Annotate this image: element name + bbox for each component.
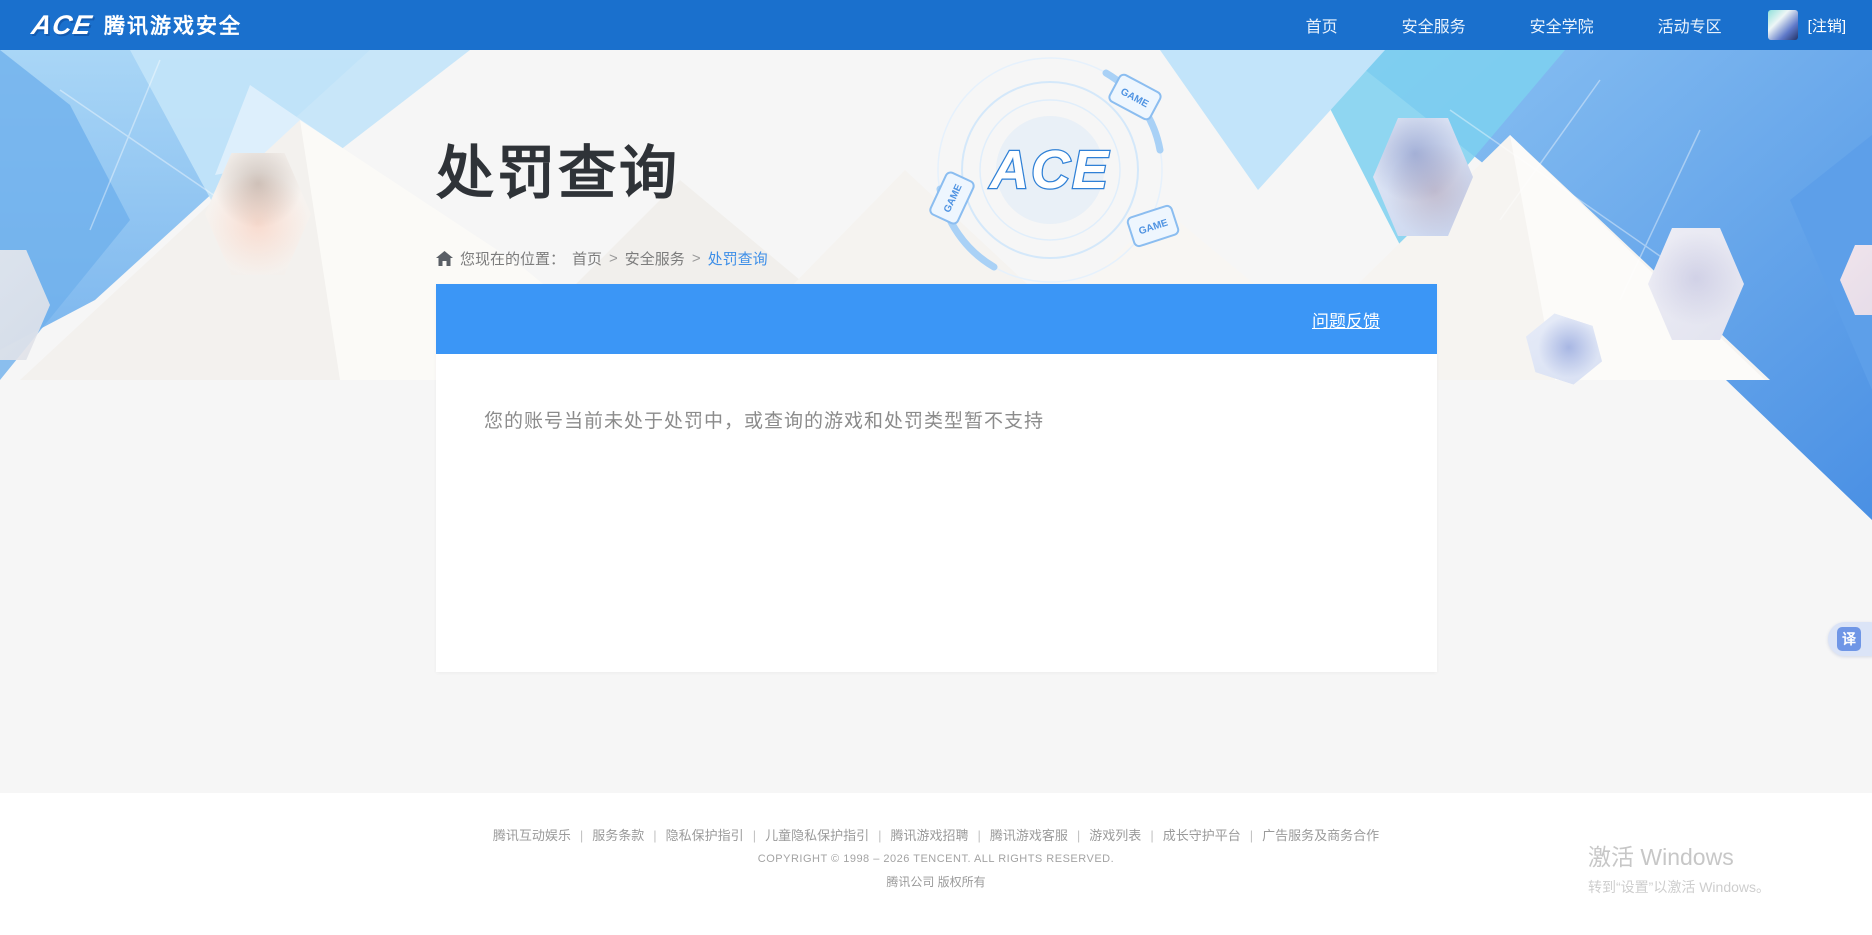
footer-link-separator: |: [869, 828, 890, 843]
ace-logo-icon: ACE: [29, 10, 94, 41]
footer-link-7[interactable]: 成长守护平台: [1163, 828, 1241, 843]
user-avatar[interactable]: [1768, 10, 1798, 40]
footer-link-separator: |: [744, 828, 765, 843]
page-footer: 腾讯互动娱乐|服务条款|隐私保护指引|儿童隐私保护指引|腾讯游戏招聘|腾讯游戏客…: [0, 793, 1872, 935]
brand-logo[interactable]: ACE 腾讯游戏安全: [32, 10, 242, 41]
footer-link-separator: |: [969, 828, 990, 843]
nav-item-2[interactable]: 安全学院: [1530, 13, 1594, 37]
footer-link-separator: |: [1241, 828, 1262, 843]
breadcrumb-prefix: 您现在的位置：: [460, 248, 565, 269]
footer-link-4[interactable]: 腾讯游戏招聘: [890, 828, 968, 843]
panel-header: 问题反馈: [436, 284, 1437, 354]
breadcrumb-items: 首页 > 安全服务 > 处罚查询: [572, 248, 768, 269]
game-chip-icon: GAME: [929, 171, 976, 225]
footer-link-separator: |: [571, 828, 592, 843]
breadcrumb-item-2[interactable]: 处罚查询: [708, 248, 768, 269]
footer-link-3[interactable]: 儿童隐私保护指引: [765, 828, 869, 843]
feedback-link[interactable]: 问题反馈: [1312, 307, 1380, 332]
company-text: 腾讯公司 版权所有: [0, 873, 1872, 890]
nav-item-1[interactable]: 安全服务: [1402, 13, 1466, 37]
breadcrumb-item-0[interactable]: 首页: [572, 248, 602, 269]
nav-links: 首页 安全服务 安全学院 活动专区: [1306, 13, 1722, 37]
top-nav: ACE 腾讯游戏安全 首页 安全服务 安全学院 活动专区 [注销]: [0, 0, 1872, 50]
footer-link-5[interactable]: 腾讯游戏客服: [990, 828, 1068, 843]
footer-link-1[interactable]: 服务条款: [592, 828, 644, 843]
translate-icon: 译: [1837, 627, 1861, 651]
logout-link[interactable]: [注销]: [1808, 15, 1846, 36]
breadcrumb-separator: >: [692, 250, 701, 267]
result-message: 您的账号当前未处于处罚中，或查询的游戏和处罚类型暂不支持: [484, 406, 1389, 433]
footer-links: 腾讯互动娱乐|服务条款|隐私保护指引|儿童隐私保护指引|腾讯游戏招聘|腾讯游戏客…: [0, 825, 1872, 844]
brand-name: 腾讯游戏安全: [104, 10, 242, 40]
footer-link-separator: |: [1068, 828, 1089, 843]
panel-body: 您的账号当前未处于处罚中，或查询的游戏和处罚类型暂不支持: [436, 354, 1437, 485]
footer-link-6[interactable]: 游戏列表: [1089, 828, 1141, 843]
query-result-panel: 问题反馈 您的账号当前未处于处罚中，或查询的游戏和处罚类型暂不支持: [436, 284, 1437, 672]
breadcrumb-item-1[interactable]: 安全服务: [625, 248, 685, 269]
nav-item-3[interactable]: 活动专区: [1658, 13, 1722, 37]
copyright-text: COPYRIGHT © 1998 – 2026 TENCENT. ALL RIG…: [0, 853, 1872, 865]
footer-link-8[interactable]: 广告服务及商务合作: [1262, 828, 1379, 843]
page-root: ACE 腾讯游戏安全 首页安全服务安全学院活动专区 [注销]: [0, 0, 1872, 935]
ace-emblem-text: ACE: [988, 140, 1110, 200]
footer-link-separator: |: [644, 828, 665, 843]
breadcrumb-separator: >: [609, 250, 618, 267]
nav-item-0[interactable]: 首页: [1306, 13, 1338, 37]
home-icon: [436, 251, 453, 267]
game-chip-icon: GAME: [1126, 205, 1179, 248]
page-title: 处罚查询: [436, 126, 680, 210]
hero-section: GAME GAME GAME ACE 处罚查询 您现在的位置： 首页>安全服务>…: [0, 50, 1872, 793]
footer-link-0[interactable]: 腾讯互动娱乐: [493, 828, 571, 843]
footer-link-2[interactable]: 隐私保护指引: [666, 828, 744, 843]
translate-button[interactable]: 译: [1828, 622, 1872, 656]
footer-link-separator: |: [1141, 828, 1162, 843]
breadcrumb: 您现在的位置： 首页 > 安全服务 > 处罚查询: [436, 248, 768, 269]
